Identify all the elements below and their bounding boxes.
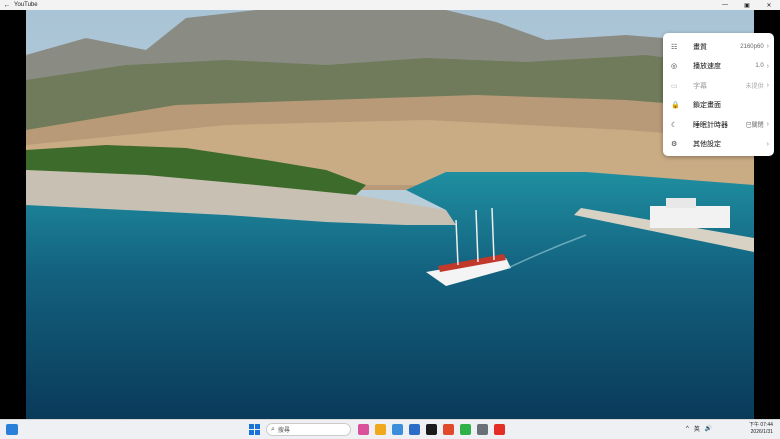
window-title: YouTube: [14, 2, 38, 8]
pinned-app-icon-4[interactable]: [409, 424, 420, 435]
lock-screen-label: 鎖定畫面: [693, 102, 721, 110]
chevron-right-icon: ›: [766, 121, 769, 129]
close-button[interactable]: ✕: [758, 2, 780, 9]
clock[interactable]: 下午 07:44 2026/1/31: [749, 422, 773, 436]
ime-indicator[interactable]: 英: [694, 424, 700, 433]
sleep-timer-value: 已關閉: [745, 123, 764, 130]
chevron-right-icon: ›: [766, 62, 769, 70]
pinned-app-icon-7[interactable]: [460, 424, 471, 435]
volume-icon[interactable]: 🔊: [705, 425, 712, 432]
pinned-app-icon-6[interactable]: [443, 424, 454, 435]
maximize-button[interactable]: ▣: [736, 2, 758, 9]
captions-value: 未提供: [745, 84, 764, 91]
sleep-timer-icon: ☾: [671, 121, 678, 129]
window-controls: — ▣ ✕: [714, 2, 780, 9]
lock-icon: 🔒: [671, 102, 680, 110]
chevron-right-icon: ›: [766, 82, 769, 90]
playback-speed-value: 1.0: [755, 63, 764, 70]
video-player[interactable]: ☷ 畫質 2160p60 › ◎ 播放速度 1.0 › ▭ 字幕 未提供 › 🔒…: [0, 10, 780, 419]
chevron-right-icon: ›: [766, 43, 769, 51]
title-bar: ← YouTube — ▣ ✕: [0, 0, 780, 10]
taskbar: ⌕ 搜尋 ^ 英 🔊 下午 07:44 2026/1/31: [0, 419, 780, 439]
settings-menu: ☷ 畫質 2160p60 › ◎ 播放速度 1.0 › ▭ 字幕 未提供 › 🔒…: [663, 33, 774, 156]
captions-icon: ▭: [671, 82, 678, 90]
video-frame-scene: [26, 10, 754, 419]
pinned-app-icon-9[interactable]: [494, 424, 505, 435]
captions-label: 字幕: [693, 82, 707, 90]
sliders-icon: ☷: [671, 43, 678, 51]
gear-icon: ⚙: [671, 141, 678, 149]
captions-item: ▭ 字幕 未提供 ›: [663, 76, 774, 96]
playback-speed-icon: ◎: [671, 63, 678, 71]
pinned-apps: [358, 424, 505, 435]
pinned-app-icon-1[interactable]: [358, 424, 369, 435]
clock-time: 下午 07:44: [749, 422, 773, 428]
quality-item[interactable]: ☷ 畫質 2160p60 ›: [663, 37, 774, 57]
sleep-timer-item[interactable]: ☾ 睡眠計時器 已關閉 ›: [663, 115, 774, 135]
tray-overflow-icon[interactable]: ^: [686, 426, 689, 432]
minimize-button[interactable]: —: [714, 2, 736, 9]
playback-speed-label: 播放速度: [693, 63, 721, 71]
more-settings-item[interactable]: ⚙ 其他設定 ›: [663, 135, 774, 155]
playback-speed-item[interactable]: ◎ 播放速度 1.0 ›: [663, 57, 774, 77]
search-placeholder: 搜尋: [277, 428, 290, 434]
widgets-icon[interactable]: [6, 424, 18, 435]
lock-screen-item[interactable]: 🔒 鎖定畫面: [663, 96, 774, 116]
taskbar-search[interactable]: ⌕ 搜尋: [266, 423, 351, 436]
more-settings-label: 其他設定: [693, 141, 721, 149]
chevron-right-icon: ›: [766, 140, 769, 148]
system-tray: ^ 英 🔊: [686, 424, 712, 434]
pinned-app-icon-5[interactable]: [426, 424, 437, 435]
sleep-timer-label: 睡眠計時器: [693, 121, 728, 129]
pinned-app-icon-8[interactable]: [477, 424, 488, 435]
quality-value: 2160p60: [740, 43, 764, 50]
windows-logo-icon: [249, 424, 254, 429]
back-arrow-icon[interactable]: ←: [0, 2, 14, 9]
pinned-app-icon-3[interactable]: [392, 424, 403, 435]
search-icon: ⌕: [271, 425, 275, 433]
pinned-app-icon-2[interactable]: [375, 424, 386, 435]
start-button[interactable]: [249, 424, 260, 435]
clock-date: 2026/1/31: [750, 429, 773, 435]
quality-label: 畫質: [693, 43, 707, 51]
